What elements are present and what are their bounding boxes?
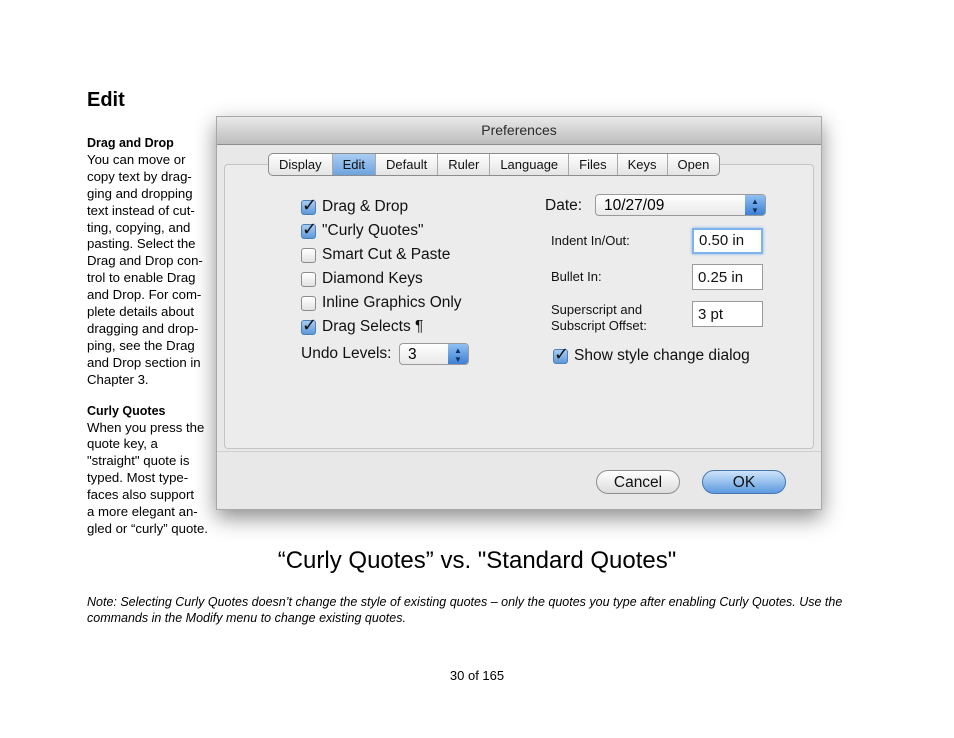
superscript-field[interactable]: 3 pt: [692, 301, 763, 327]
tab-edit[interactable]: Edit: [332, 154, 377, 175]
date-label: Date:: [545, 197, 583, 214]
superscript-label-line1: Superscript and: [551, 302, 643, 317]
drag-line: text instead of cut-: [87, 202, 195, 218]
drag-line: Drag and Drop con-: [87, 253, 203, 269]
drag-line: dragging and drop-: [87, 320, 199, 336]
curly-quotes-block: Curly Quotes When you press the quote ke…: [87, 403, 222, 538]
page-number: 30 of 165: [449, 668, 505, 683]
curly-line: "straight" quote is: [87, 453, 190, 469]
bullet-label: Bullet In:: [551, 269, 602, 284]
figure-caption: “Curly Quotes” vs. "Standard Quotes": [277, 547, 677, 574]
checkbox-label: Show style change dialog: [574, 347, 750, 364]
tab-bar: Display Edit Default Ruler Language File…: [268, 153, 721, 176]
checkbox-checked-icon: [553, 344, 569, 365]
section-title: Edit: [87, 89, 125, 111]
curly-quotes-checkbox[interactable]: "Curly Quotes": [301, 219, 424, 242]
stepper-arrows-icon: ▲ ▼: [745, 195, 765, 215]
drag-line: ging and dropping: [87, 185, 193, 201]
tab-open[interactable]: Open: [668, 154, 720, 175]
drag-line: and Drop. For com-: [87, 287, 202, 303]
indent-field[interactable]: 0.50 in: [692, 228, 763, 254]
curly-line: typed. Most type-: [87, 470, 189, 486]
inline-graphics-checkbox[interactable]: Inline Graphics Only: [301, 292, 462, 314]
smart-cut-paste-checkbox[interactable]: Smart Cut & Paste: [301, 244, 450, 266]
drag-drop-checkbox[interactable]: Drag & Drop: [301, 195, 409, 218]
curly-line: gled or “curly” quote.: [87, 520, 208, 536]
undo-levels-value: 3: [408, 346, 417, 363]
checkbox-label: "Curly Quotes": [322, 222, 424, 239]
ok-button[interactable]: OK: [702, 470, 786, 494]
date-value: 10/27/09: [604, 197, 665, 214]
stepper-arrows-icon: ▲ ▼: [448, 344, 468, 364]
drag-line: and Drop section in: [87, 354, 201, 370]
drag-line: ping, see the Drag: [87, 337, 195, 353]
checkbox-label: Smart Cut & Paste: [322, 246, 451, 263]
indent-label: Indent In/Out:: [551, 233, 630, 248]
checkbox-checked-icon: [301, 219, 317, 240]
undo-levels-select[interactable]: 3 ▲ ▼: [399, 343, 469, 365]
drag-line: You can move or: [87, 151, 186, 167]
tab-keys[interactable]: Keys: [618, 154, 668, 175]
tab-language[interactable]: Language: [490, 154, 570, 175]
curly-quotes-heading: Curly Quotes: [87, 403, 166, 418]
diamond-keys-checkbox[interactable]: Diamond Keys: [301, 268, 423, 290]
preferences-dialog: Preferences Display Edit Default Ruler L…: [216, 116, 822, 510]
checkbox-checked-icon: [301, 195, 317, 216]
date-format-select[interactable]: 10/27/09 ▲ ▼: [595, 194, 766, 216]
divider: [217, 451, 821, 452]
cancel-button[interactable]: Cancel: [596, 470, 680, 494]
checkbox-unchecked-icon: [301, 271, 316, 287]
drag-line: copy text by drag-: [87, 168, 192, 184]
tab-display[interactable]: Display: [269, 154, 333, 175]
checkbox-label: Inline Graphics Only: [322, 294, 462, 311]
curly-line: a more elegant an-: [87, 504, 198, 520]
bullet-field[interactable]: 0.25 in: [692, 264, 763, 290]
drag-line: ting, copying, and: [87, 219, 191, 235]
tab-default[interactable]: Default: [376, 154, 439, 175]
drag-line: plete details about: [87, 304, 195, 320]
curly-line: quote key, a: [87, 436, 158, 452]
drag-line: trol to enable Drag: [87, 270, 196, 286]
drag-and-drop-block: Drag and Drop You can move or copy text …: [87, 135, 222, 389]
checkbox-unchecked-icon: [301, 295, 316, 311]
checkbox-unchecked-icon: [301, 247, 316, 263]
checkbox-label: Diamond Keys: [322, 270, 423, 287]
dialog-title: Preferences: [217, 117, 821, 145]
curly-line: faces also support: [87, 487, 195, 503]
drag-and-drop-heading: Drag and Drop: [87, 136, 174, 150]
drag-line: Chapter 3.: [87, 371, 149, 387]
drag-line: pasting. Select the: [87, 236, 196, 252]
tab-files[interactable]: Files: [569, 154, 618, 175]
note-text: Note: Selecting Curly Quotes doesn’t cha…: [87, 595, 843, 625]
superscript-label-line2: Subscript Offset:: [551, 318, 647, 333]
sidebar: Drag and Drop You can move or copy text …: [87, 135, 222, 552]
checkbox-label: Drag Selects ¶: [322, 318, 424, 335]
undo-levels-label: Undo Levels:: [301, 345, 392, 362]
tab-ruler[interactable]: Ruler: [438, 154, 491, 175]
checkbox-checked-icon: [301, 315, 317, 336]
drag-selects-checkbox[interactable]: Drag Selects ¶: [301, 315, 424, 338]
show-style-dialog-checkbox[interactable]: Show style change dialog: [553, 344, 750, 367]
checkbox-label: Drag & Drop: [322, 198, 409, 215]
curly-line: When you press the: [87, 419, 205, 435]
